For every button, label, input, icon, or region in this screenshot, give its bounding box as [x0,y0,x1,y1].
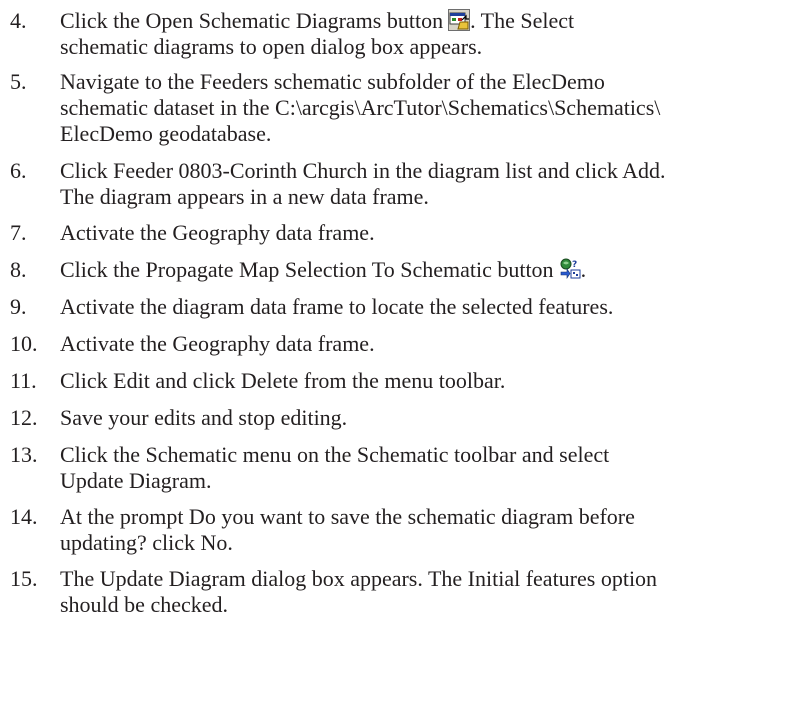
step-text: Activate the Geography data frame. [60,331,792,357]
step-number: 6. [10,158,27,183]
step-number: 14. [10,504,38,529]
step-line: Click the Schematic menu on the Schemati… [60,442,610,467]
open-schematic-diagrams-icon [448,9,471,31]
step-line: Save your edits and stop editing. [60,405,348,430]
step-number: 15. [10,566,38,591]
step-text: Click the Schematic menu on the Schemati… [60,442,792,494]
step-number: 12. [10,405,38,430]
step-line: The Update Diagram dialog box appears. T… [60,566,658,591]
step-line: schematic diagrams to open dialog box ap… [60,34,483,59]
step-text: Click Feeder 0803-Corinth Church in the … [60,158,792,210]
svg-text:?: ? [572,260,577,270]
step-line: Update Diagram. [60,468,212,493]
step-number: 4. [10,8,27,33]
step-number: 9. [10,294,27,319]
step-text: Activate the Geography data frame. [60,220,792,246]
step-text: Navigate to the Feeders schematic subfol… [60,69,792,147]
step-text-after-icon: . [580,257,587,282]
step-line: Activate the diagram data frame to locat… [60,294,614,319]
step-text: Click Edit and click Delete from the men… [60,368,792,394]
step-line: Click Edit and click Delete from the men… [60,368,506,393]
step-text: The Update Diagram dialog box appears. T… [60,566,792,618]
step-line: Activate the Geography data frame. [60,331,375,356]
step-text-before-icon: Click the Open Schematic Diagrams button [60,8,444,33]
step-line: Click the Propagate Map Selection To Sch… [60,257,792,283]
step-number: 13. [10,442,38,467]
step-number: 7. [10,220,27,245]
step-text: Click the Open Schematic Diagrams button… [60,8,792,60]
step-text: At the prompt Do you want to save the sc… [60,504,792,556]
step-line: updating? click No. [60,530,233,555]
step-line: Click Feeder 0803-Corinth Church in the … [60,158,666,183]
step-number: 10. [10,331,38,356]
step-number: 11. [10,368,37,393]
step-line: Activate the Geography data frame. [60,220,375,245]
propagate-map-selection-icon: ? [559,258,581,280]
step-line: Navigate to the Feeders schematic subfol… [60,69,605,94]
step-text: Activate the diagram data frame to locat… [60,294,792,320]
instruction-page: 4. Click the Open Schematic Diagrams but… [0,0,792,703]
step-number: 8. [10,257,27,282]
step-line: should be checked. [60,592,228,617]
step-text-before-icon: Click the Propagate Map Selection To Sch… [60,257,554,282]
step-text: Save your edits and stop editing. [60,405,792,431]
step-line: At the prompt Do you want to save the sc… [60,504,635,529]
step-number: 5. [10,69,27,94]
step-text: Click the Propagate Map Selection To Sch… [60,257,792,283]
step-line: Click the Open Schematic Diagrams button… [60,8,792,34]
step-line: schematic dataset in the C:\arcgis\ArcTu… [60,95,661,120]
step-line: ElecDemo geodatabase. [60,121,272,146]
step-line: The diagram appears in a new data frame. [60,184,429,209]
step-text-after-icon: . The Select [470,8,575,33]
